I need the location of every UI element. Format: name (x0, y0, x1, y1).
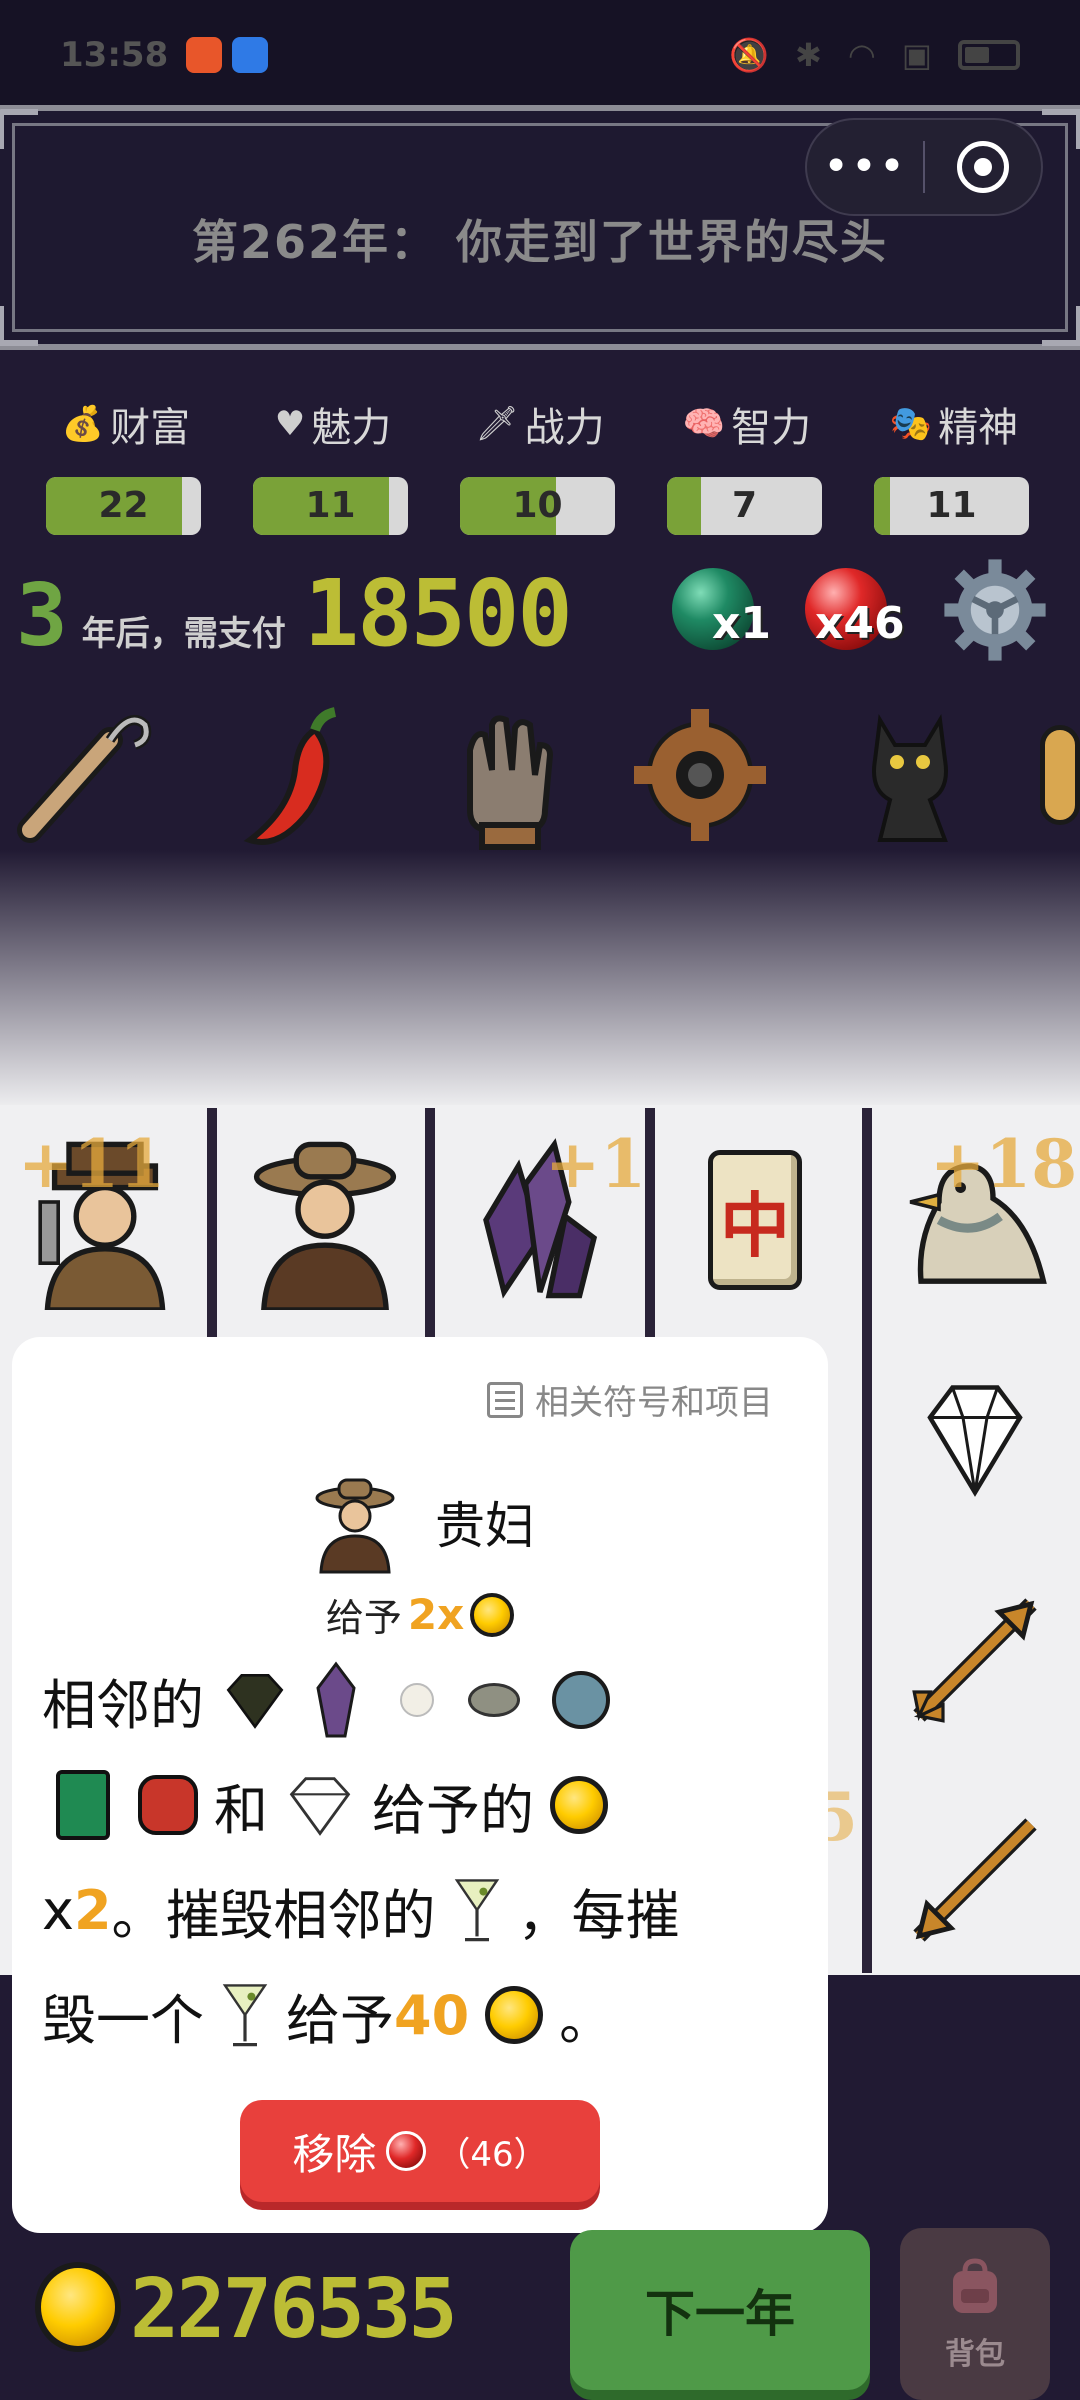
diamond-icon (289, 1777, 351, 1836)
ornament-corner-icon (1042, 109, 1080, 149)
mahjong-zhong-icon[interactable]: 中 (655, 1120, 855, 1320)
emerald-icon (56, 1770, 110, 1840)
glove-icon[interactable] (430, 690, 580, 860)
app-notification-icon (186, 37, 223, 73)
arrow-down-icon[interactable] (875, 1780, 1075, 1980)
browser-notification-icon (232, 37, 269, 73)
description-line: 相邻的 (42, 1660, 610, 1740)
diamond-icon[interactable] (875, 1340, 1075, 1540)
backpack-button[interactable]: 背包 (900, 2228, 1050, 2400)
money-total: 2276535 (130, 2262, 458, 2357)
stat-intellect[interactable]: 🧠 智力 7 (667, 395, 827, 535)
rent-amount: 18500 (303, 560, 573, 667)
status-icons: 🔕 ✱ ◠ ▣ (729, 36, 1020, 74)
battery-icon (958, 40, 1020, 70)
red-orb-count: x46 (815, 598, 905, 649)
coin-icon (35, 2262, 121, 2352)
stat-bar: 7 (667, 477, 822, 535)
sapphire-icon (552, 1671, 610, 1729)
symbol-name: 贵妇 (435, 1497, 535, 1555)
sim-icon: ▣ (901, 36, 932, 74)
stat-spirit[interactable]: 🎭 精神 11 (874, 395, 1034, 535)
stat-bar: 11 (874, 477, 1029, 535)
stat-charm[interactable]: ♥ 魅力 11 (253, 395, 413, 535)
rent-info: 3 年后，需支付 18500 (16, 560, 573, 667)
coin-icon (470, 1592, 515, 1637)
hook-icon[interactable] (10, 690, 160, 860)
more-button[interactable]: ••• (807, 145, 923, 189)
stat-bar: 22 (46, 477, 201, 535)
stats-row: 💰 财富 22 ♥ 魅力 11 🗡 战力 10 🧠 智力 7 🎭 精神 11 (0, 395, 1080, 535)
masks-icon: 🎭 (889, 404, 933, 444)
green-orb-count: x1 (712, 598, 771, 649)
coin-icon (485, 1986, 544, 2044)
coin-icon (550, 1776, 608, 1834)
rent-text: 年后，需支付 (81, 614, 286, 654)
ornament-corner-icon (0, 306, 38, 346)
stat-wealth[interactable]: 💰 财富 22 (46, 395, 206, 535)
symbol-summary: 给予 2x (12, 1587, 828, 1642)
rent-years: 3 (16, 566, 68, 666)
list-icon (487, 1381, 523, 1418)
lady-icon[interactable] (225, 1120, 425, 1320)
related-symbols-link[interactable]: 相关符号和项目 (487, 1375, 773, 1424)
partial-item-icon[interactable] (1040, 690, 1080, 860)
close-circle-icon (956, 141, 1009, 193)
brain-icon: 🧠 (682, 404, 726, 444)
stat-combat[interactable]: 🗡 战力 10 (460, 395, 620, 535)
ornament-corner-icon (1042, 306, 1080, 346)
martini-icon (222, 1984, 268, 2047)
bonus-label: +18 (930, 1125, 1078, 1203)
stone-icon (468, 1683, 520, 1717)
items-row (0, 690, 1080, 870)
next-year-button[interactable]: 下一年 (570, 2230, 870, 2390)
status-bar: 13:58 🔕 ✱ ◠ ▣ (0, 0, 1080, 110)
bonus-label: +11 (18, 1125, 166, 1203)
amethyst-icon (316, 1661, 356, 1738)
description-line: 毁一个 给予 40 。 (42, 1975, 613, 2055)
backpack-icon (953, 2258, 997, 2313)
bonus-label: +1 (545, 1125, 647, 1203)
lady-icon (315, 1478, 395, 1574)
description-line: x 2 。摧毁相邻的 ，每摧 (42, 1870, 680, 1950)
money-bag-icon: 💰 (61, 404, 105, 444)
ruby-icon (138, 1775, 198, 1835)
martini-icon (454, 1879, 499, 1942)
black-cat-icon[interactable] (835, 690, 985, 860)
red-orb-icon (386, 2131, 427, 2171)
pearl-icon (400, 1683, 434, 1717)
sword-icon: 🗡 (475, 404, 519, 444)
gear-ring-icon[interactable] (625, 690, 775, 860)
ornament-corner-icon (0, 109, 38, 149)
miniprogram-capsule: ••• (805, 118, 1043, 216)
stat-bar: 11 (253, 477, 408, 535)
status-time: 13:58 (60, 35, 169, 75)
wifi-icon: ◠ (847, 36, 876, 74)
remove-button[interactable]: 移除 （46） (240, 2100, 600, 2202)
bluetooth-icon: ✱ (795, 36, 822, 74)
settings-gear-icon[interactable] (940, 555, 1050, 665)
popup-header: 贵妇 (12, 1467, 828, 1577)
onyx-icon (226, 1674, 284, 1729)
mute-icon: 🔕 (729, 36, 770, 74)
symbol-detail-popup: 相关符号和项目 贵妇 给予 2x 相邻的 和 给予的 x 2 。摧毁相邻的 ，每… (12, 1337, 828, 2233)
chili-pepper-icon[interactable] (220, 690, 370, 860)
arrow-icon[interactable] (875, 1560, 1075, 1760)
close-button[interactable] (925, 141, 1041, 193)
stat-bar: 10 (460, 477, 615, 535)
heart-icon: ♥ (274, 404, 306, 444)
description-line: 和 给予的 (42, 1765, 608, 1845)
